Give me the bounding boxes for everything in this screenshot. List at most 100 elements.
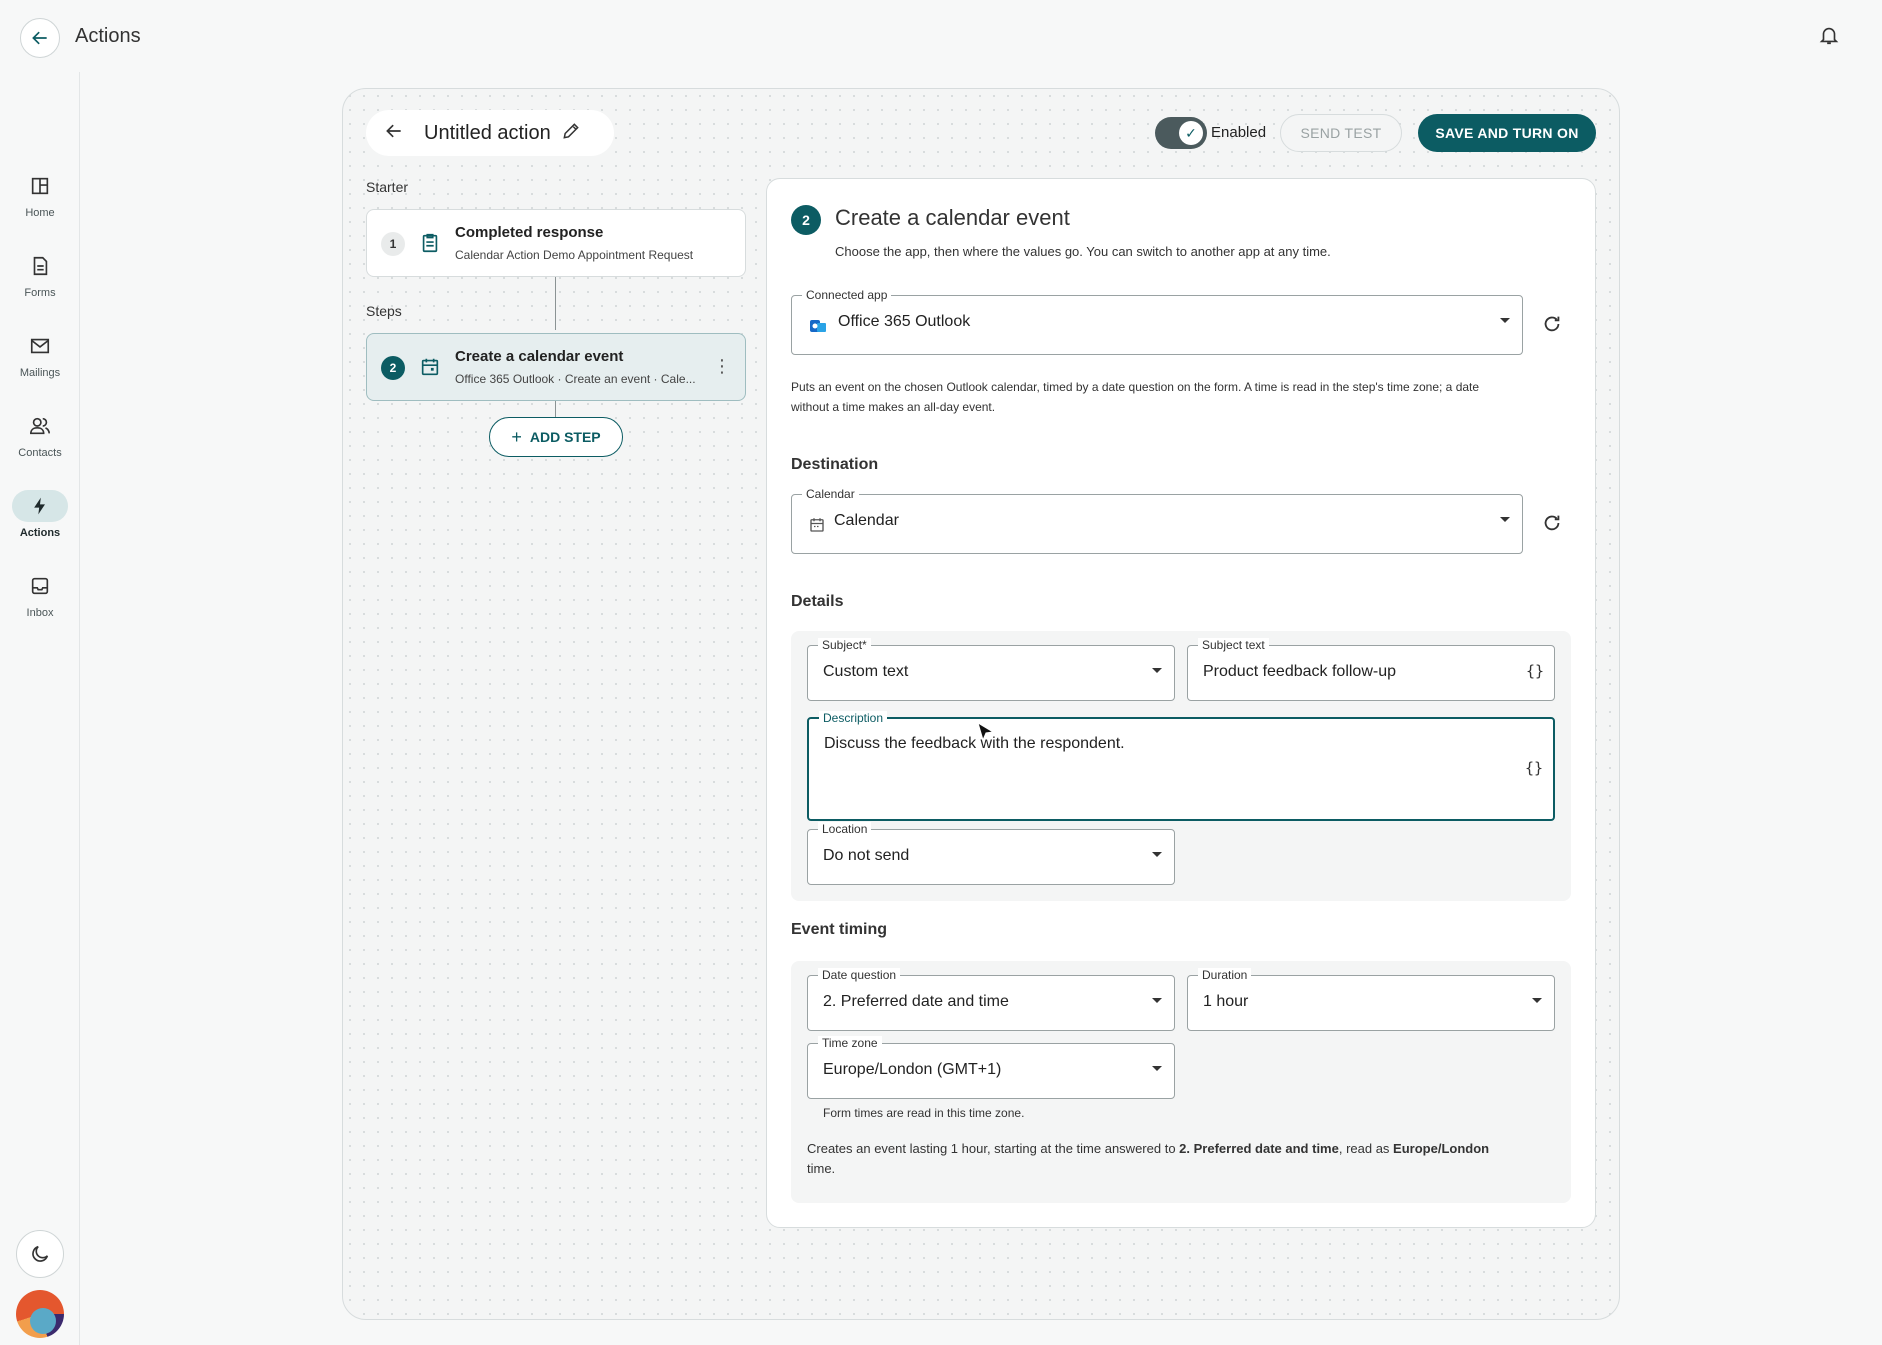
field-label: Time zone — [818, 1036, 882, 1050]
time-zone-select[interactable]: Time zone Europe/London (GMT+1) — [807, 1036, 1175, 1099]
field-value: Office 365 Outlook — [838, 313, 971, 330]
connected-app-select[interactable]: Connected app Office 365 Outlook — [791, 288, 1523, 355]
nav-item-inbox[interactable]: Inbox — [0, 570, 80, 640]
notifications-button[interactable] — [1818, 24, 1842, 48]
date-question-select[interactable]: Date question 2. Preferred date and time — [807, 968, 1175, 1031]
home-icon — [12, 170, 68, 202]
field-label: Description — [819, 711, 888, 725]
nav-label: Inbox — [26, 607, 54, 619]
starter-label: Starter — [366, 179, 409, 195]
send-test-button[interactable]: SEND TEST — [1280, 114, 1402, 152]
field-label: Date question — [818, 968, 901, 982]
action-title-pill: Untitled action — [366, 110, 614, 156]
step-connector — [555, 277, 556, 330]
subject-select[interactable]: Subject* Custom text — [807, 638, 1175, 701]
edit-title-button[interactable] — [561, 121, 581, 146]
location-select[interactable]: Location Do not send — [807, 822, 1175, 885]
check-icon: ✓ — [1179, 121, 1203, 145]
app-note: Puts an event on the chosen Outlook cale… — [791, 377, 1479, 417]
steps-label: Steps — [366, 303, 402, 319]
destination-heading: Destination — [791, 456, 879, 473]
step-number: 1 — [381, 232, 405, 256]
panel-step-number: 2 — [791, 205, 821, 235]
back-button[interactable] — [374, 121, 414, 146]
mouse-cursor-icon — [977, 722, 995, 742]
arrow-left-icon — [386, 124, 401, 137]
enabled-toggle[interactable]: ✓ — [1155, 117, 1207, 149]
add-step-label: ADD STEP — [529, 429, 601, 445]
field-value: Do not send — [823, 847, 910, 864]
field-label: Location — [818, 822, 872, 836]
field-label: Subject text — [1198, 638, 1269, 652]
field-value: Custom text — [823, 663, 909, 680]
description-textarea[interactable]: Description Discuss the feedback with th… — [807, 711, 1555, 821]
refresh-icon — [1544, 515, 1560, 531]
nav-label: Actions — [19, 527, 61, 539]
summary-text: time. — [807, 1161, 836, 1176]
nav-item-actions[interactable]: Actions — [0, 490, 80, 560]
step-config-panel: 2 Create a calendar event Choose the app… — [766, 178, 1596, 1228]
clipboard-icon — [419, 232, 441, 259]
arrow-left-icon — [32, 31, 47, 45]
field-value: Calendar — [834, 512, 899, 529]
step-subtitle: Calendar Action Demo Appointment Request — [455, 248, 694, 262]
outlook-icon — [808, 316, 828, 341]
summary-time-zone: Europe/London — [1393, 1141, 1490, 1156]
field-label: Connected app — [802, 288, 892, 302]
field-value: 1 hour — [1203, 993, 1249, 1010]
panel-subtitle: Choose the app, then where the values go… — [835, 244, 1331, 259]
step-subtitle: Office 365 Outlook · Create an event · C… — [455, 372, 696, 386]
bell-icon — [1819, 27, 1839, 45]
time-zone-helper: Form times are read in this time zone. — [823, 1106, 1025, 1120]
step-card-create-calendar-event[interactable]: 2 Create a calendar event Office 365 Out… — [366, 333, 746, 401]
mail-icon — [12, 330, 68, 362]
left-nav: Home Forms Mailings Contacts Actions Inb… — [0, 72, 80, 1345]
calendar-select[interactable]: Calendar Calendar — [791, 487, 1523, 554]
field-label: Calendar — [802, 487, 859, 501]
forms-icon — [12, 250, 68, 282]
enabled-label: Enabled — [1211, 124, 1267, 141]
field-value: Discuss the feedback with the respondent… — [824, 735, 1125, 752]
chevron-down-icon — [1500, 517, 1510, 522]
top-bar: Actions — [0, 0, 1882, 72]
refresh-apps-button[interactable] — [1541, 313, 1563, 340]
field-value: 2. Preferred date and time — [823, 993, 1009, 1010]
chevron-down-icon — [1532, 998, 1542, 1003]
nav-label: Home — [25, 207, 55, 219]
starter-step-card[interactable]: 1 Completed response Calendar Action Dem… — [366, 209, 746, 277]
plus-icon: + — [511, 426, 522, 447]
event-timing-heading: Event timing — [791, 921, 888, 938]
chevron-down-icon — [1152, 668, 1162, 673]
insert-variable-icon[interactable]: {} — [1526, 662, 1544, 680]
field-value: Europe/London (GMT+1) — [823, 1061, 1002, 1078]
back-button[interactable] — [20, 18, 60, 58]
nav-label: Contacts — [18, 447, 62, 459]
chevron-down-icon — [1152, 852, 1162, 857]
app-note-line1: Puts an event on the chosen Outlook cale… — [791, 380, 1480, 394]
action-title[interactable]: Untitled action — [424, 122, 551, 145]
more-vert-icon[interactable]: ⋮ — [713, 356, 731, 377]
refresh-icon — [1544, 316, 1560, 332]
field-value: Product feedback follow-up — [1203, 663, 1396, 680]
save-and-turn-on-button[interactable]: SAVE AND TURN ON — [1418, 114, 1596, 152]
avatar[interactable] — [16, 1290, 64, 1338]
nav-label: Forms — [24, 287, 56, 299]
refresh-calendars-button[interactable] — [1541, 512, 1563, 539]
nav-label: Mailings — [19, 367, 61, 379]
summary-text: Creates an event lasting 1 hour, startin… — [807, 1141, 1180, 1156]
nav-item-forms[interactable]: Forms — [0, 250, 80, 320]
nav-item-contacts[interactable]: Contacts — [0, 410, 80, 480]
chevron-down-icon — [1152, 998, 1162, 1003]
theme-toggle-button[interactable] — [16, 1230, 64, 1278]
app-note-line2: without a time makes an all-day event. — [791, 400, 996, 414]
add-step-button[interactable]: + ADD STEP — [489, 417, 623, 457]
step-connector — [555, 401, 556, 417]
insert-variable-icon[interactable]: {} — [1525, 759, 1543, 777]
subject-text-input[interactable]: Subject text Product feedback follow-up … — [1187, 638, 1555, 701]
duration-select[interactable]: Duration 1 hour — [1187, 968, 1555, 1031]
step-number: 2 — [381, 356, 405, 380]
nav-item-home[interactable]: Home — [0, 170, 80, 240]
chevron-down-icon — [1152, 1066, 1162, 1071]
nav-item-mailings[interactable]: Mailings — [0, 330, 80, 400]
details-group: Subject* Custom text Subject text Produc… — [791, 631, 1571, 901]
